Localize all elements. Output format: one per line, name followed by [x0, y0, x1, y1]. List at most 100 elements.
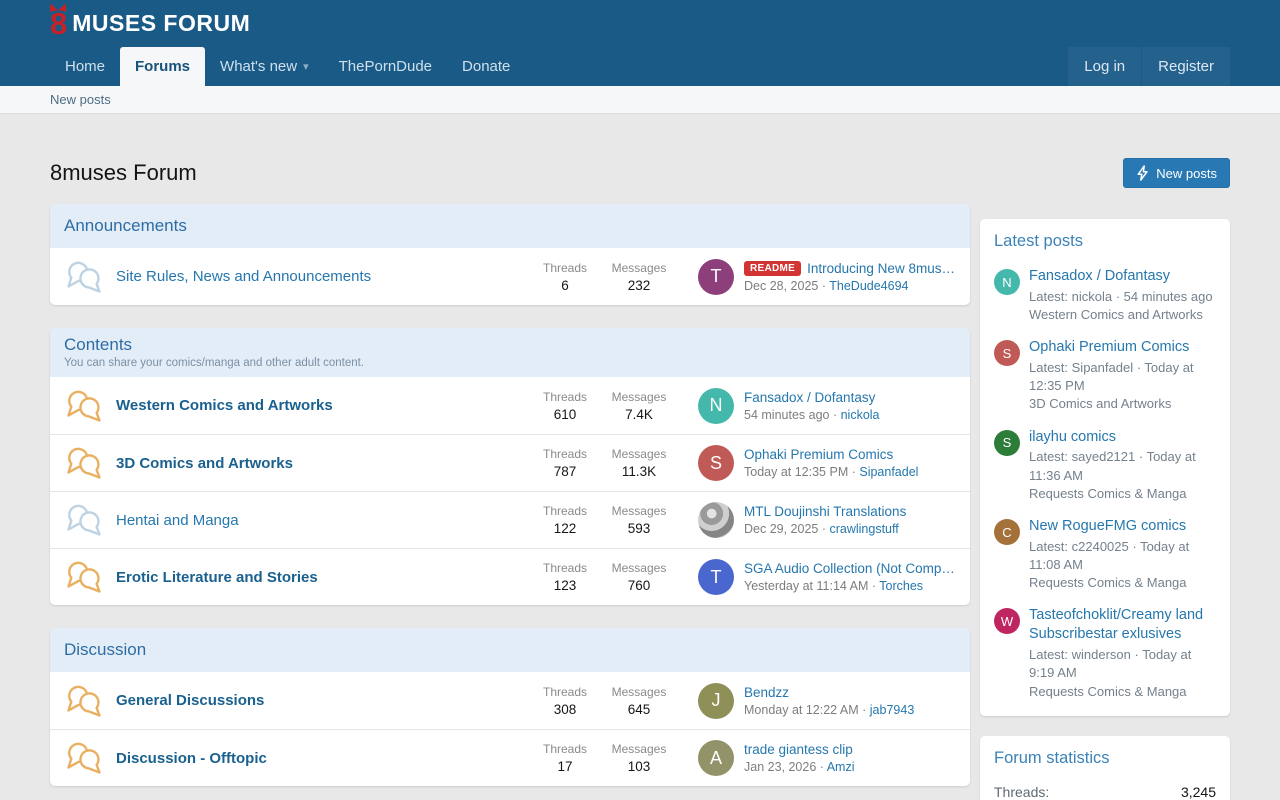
forum-row: Hentai and Manga Threads 122 Messages 59…: [50, 491, 970, 548]
page-content: 8muses Forum New posts Announcements Sit…: [50, 114, 1230, 800]
latest-post-avatar[interactable]: T: [698, 259, 734, 295]
forum-link[interactable]: 3D Comics and Artworks: [116, 455, 528, 472]
latest-post-avatar[interactable]: C: [994, 519, 1020, 545]
latest-thread-link[interactable]: Ophaki Premium Comics: [744, 447, 956, 462]
sidebar: Latest posts N Fansadox / Dofantasy Late…: [980, 219, 1230, 800]
login-button[interactable]: Log in: [1068, 47, 1141, 86]
latest-post-avatar[interactable]: T: [698, 559, 734, 595]
chat-bubbles-icon: [64, 388, 104, 424]
latest-post-forum: Requests Comics & Manga: [1029, 485, 1216, 503]
latest-thread-link[interactable]: ilayhu comics: [1029, 428, 1216, 447]
forum-link[interactable]: Erotic Literature and Stories: [116, 569, 528, 586]
threads-stat: Threads 17: [528, 742, 602, 774]
forum-row: 3D Comics and Artworks Threads 787 Messa…: [50, 434, 970, 491]
nav-item-forums[interactable]: Forums: [120, 47, 205, 86]
latest-post-avatar[interactable]: S: [994, 340, 1020, 366]
lightning-bolt-icon: [1136, 165, 1149, 181]
forum-link[interactable]: Discussion - Offtopic: [116, 750, 528, 767]
latest-thread-link[interactable]: MTL Doujinshi Translations: [744, 504, 956, 519]
category-header: Contents You can share your comics/manga…: [50, 328, 970, 377]
nav-item-donate[interactable]: Donate: [447, 47, 525, 86]
messages-stat: Messages 7.4K: [602, 390, 676, 422]
latest-post-item: S Ophaki Premium Comics Latest: Sipanfad…: [980, 331, 1230, 420]
latest-user-link[interactable]: TheDude4694: [829, 279, 908, 293]
forum-link[interactable]: Western Comics and Artworks: [116, 397, 528, 414]
chat-bubbles-icon: [64, 445, 104, 481]
latest-posts-widget: Latest posts N Fansadox / Dofantasy Late…: [980, 219, 1230, 716]
category-title-link[interactable]: Announcements: [64, 216, 187, 235]
category-announcements: Announcements Site Rules, News and Annou…: [50, 204, 970, 305]
chat-bubbles-icon: [64, 502, 104, 538]
latest-user-link[interactable]: Torches: [879, 579, 923, 593]
category-title-link[interactable]: Discussion: [64, 640, 146, 659]
latest-thread-link[interactable]: Fansadox / Dofantasy: [1029, 267, 1213, 286]
nav-item-theporndude[interactable]: ThePornDude: [324, 47, 447, 86]
latest-thread-link[interactable]: Ophaki Premium Comics: [1029, 338, 1216, 357]
latest-post-forum: Requests Comics & Manga: [1029, 683, 1216, 701]
threads-stat: Threads 610: [528, 390, 602, 422]
forum-statistics-widget: Forum statistics Threads: 3,245 Messages…: [980, 736, 1230, 800]
messages-stat: Messages 593: [602, 504, 676, 536]
register-button[interactable]: Register: [1142, 47, 1230, 86]
forum-link[interactable]: Hentai and Manga: [116, 512, 528, 529]
new-posts-button[interactable]: New posts: [1123, 158, 1230, 188]
new-posts-button-label: New posts: [1156, 166, 1217, 181]
latest-thread-link[interactable]: New RogueFMG comics: [1029, 517, 1216, 536]
latest-post-item: S ilayhu comics Latest: sayed2121 · Toda…: [980, 421, 1230, 510]
threads-stat: Threads 308: [528, 685, 602, 717]
latest-post-item: N Fansadox / Dofantasy Latest: nickola ·…: [980, 260, 1230, 331]
nav-item-home[interactable]: Home: [50, 47, 120, 86]
latest-post-avatar-photo[interactable]: [698, 502, 734, 538]
latest-post-info: SGA Audio Collection (Not Complet… Yeste…: [744, 561, 956, 593]
forum-statistics-title: Forum statistics: [980, 736, 1230, 777]
forum-link[interactable]: General Discussions: [116, 692, 528, 709]
chat-bubbles-icon: [64, 683, 104, 719]
forum-link[interactable]: Site Rules, News and Announcements: [116, 268, 528, 285]
latest-thread-link[interactable]: trade giantess clip: [744, 742, 956, 757]
chevron-down-icon: ▾: [303, 48, 309, 87]
chat-bubbles-icon: [64, 740, 104, 776]
latest-post-info: trade giantess clip Jan 23, 2026 · Amzi: [744, 742, 956, 774]
logo-eight-icon: 8: [50, 8, 66, 39]
logo-text: MUSES FORUM: [72, 10, 250, 37]
latest-user-link[interactable]: Sipanfadel: [859, 465, 918, 479]
messages-stat: Messages 103: [602, 742, 676, 774]
category-header: Discussion: [50, 628, 970, 672]
threads-stat: Threads 6: [528, 261, 602, 293]
messages-stat: Messages 645: [602, 685, 676, 717]
latest-post-avatar[interactable]: S: [698, 445, 734, 481]
latest-thread-link[interactable]: Fansadox / Dofantasy: [744, 390, 956, 405]
site-logo[interactable]: 8 MUSES FORUM: [50, 8, 250, 39]
latest-post-avatar[interactable]: J: [698, 683, 734, 719]
latest-post-avatar[interactable]: A: [698, 740, 734, 776]
latest-post-avatar[interactable]: N: [698, 388, 734, 424]
category-discussion: Discussion General Discussions Threads 3…: [50, 628, 970, 786]
latest-thread-link[interactable]: Introducing New 8muses …: [807, 261, 956, 276]
forum-list: Announcements Site Rules, News and Annou…: [50, 204, 970, 800]
category-contents: Contents You can share your comics/manga…: [50, 328, 970, 605]
messages-stat: Messages 760: [602, 561, 676, 593]
subnav-new-posts-link[interactable]: New posts: [50, 92, 111, 107]
latest-thread-link[interactable]: SGA Audio Collection (Not Complet…: [744, 561, 956, 576]
latest-user-link[interactable]: Amzi: [827, 760, 855, 774]
threads-stat: Threads 123: [528, 561, 602, 593]
category-title-link[interactable]: Contents: [64, 335, 132, 354]
latest-post-forum: Western Comics and Artworks: [1029, 306, 1213, 324]
latest-post-meta: Latest: winderson · Today at 9:19 AM: [1029, 646, 1216, 682]
latest-posts-title: Latest posts: [980, 219, 1230, 260]
latest-post-meta: Latest: Sipanfadel · Today at 12:35 PM: [1029, 359, 1216, 395]
latest-thread-link[interactable]: Bendzz: [744, 685, 956, 700]
latest-thread-link[interactable]: Tasteofchoklit/Creamy land Subscribestar…: [1029, 606, 1216, 644]
latest-post-avatar[interactable]: W: [994, 608, 1020, 634]
forum-row: Site Rules, News and Announcements Threa…: [50, 248, 970, 305]
latest-post-meta: Latest: sayed2121 · Today at 11:36 AM: [1029, 448, 1216, 484]
latest-post-avatar[interactable]: N: [994, 269, 1020, 295]
latest-user-link[interactable]: crawlingstuff: [829, 522, 898, 536]
latest-post-item: W Tasteofchoklit/Creamy land Subscribest…: [980, 599, 1230, 707]
latest-user-link[interactable]: jab7943: [870, 703, 915, 717]
latest-user-link[interactable]: nickola: [841, 408, 880, 422]
forum-row: Discussion - Offtopic Threads 17 Message…: [50, 729, 970, 786]
nav-item-whats-new[interactable]: What's new ▾: [205, 47, 324, 86]
latest-post-avatar[interactable]: S: [994, 430, 1020, 456]
latest-post-forum: Requests Comics & Manga: [1029, 574, 1216, 592]
